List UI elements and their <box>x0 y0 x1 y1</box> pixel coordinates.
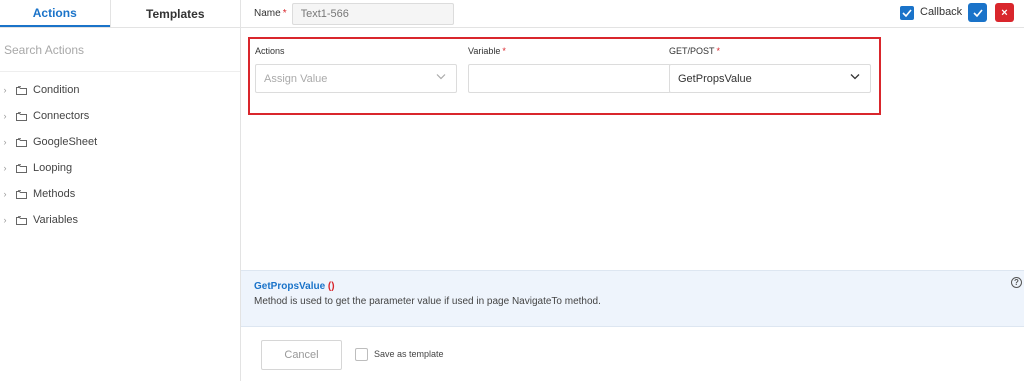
help-icon[interactable]: ? <box>1011 277 1022 288</box>
actions-label: Actions <box>255 46 285 56</box>
callback-label: Callback <box>920 6 963 18</box>
check-icon <box>972 8 983 17</box>
getpost-select[interactable]: GetPropsValue <box>669 64 871 93</box>
action-tree: › Condition › Connectors › GoogleSheet ›… <box>0 72 240 233</box>
method-parens: () <box>327 281 335 292</box>
chevron-right-icon[interactable]: › <box>0 163 10 173</box>
tree-item-methods[interactable]: › Methods <box>0 181 240 207</box>
method-info-panel: GetPropsValue () Method is used to get t… <box>241 270 1024 327</box>
tab-templates[interactable]: Templates <box>109 0 240 27</box>
variable-label-text: Variable <box>468 46 501 56</box>
tab-actions[interactable]: Actions <box>0 0 110 27</box>
tree-item-label: Methods <box>33 188 76 200</box>
tree-item-variables[interactable]: › Variables <box>0 207 240 233</box>
left-panel: Actions Templates › Condition › Connecto… <box>0 0 241 381</box>
getpost-label-text: GET/POST <box>669 46 715 56</box>
name-input[interactable] <box>291 2 454 25</box>
left-tabs: Actions Templates <box>0 0 240 28</box>
search-input[interactable] <box>4 42 224 57</box>
chevron-down-icon <box>436 74 446 80</box>
save-as-template-checkbox[interactable] <box>355 348 368 361</box>
chevron-right-icon[interactable]: › <box>0 111 10 121</box>
required-mark: * <box>502 46 506 56</box>
callback-checkbox[interactable] <box>900 6 914 20</box>
actions-select-placeholder: Assign Value <box>264 72 328 85</box>
getpost-label: GET/POST * <box>669 46 720 56</box>
method-description: Method is used to get the parameter valu… <box>254 296 601 307</box>
chevron-right-icon[interactable]: › <box>0 85 10 95</box>
close-icon: × <box>1001 6 1008 19</box>
variable-input[interactable] <box>468 64 671 93</box>
getpost-select-value: GetPropsValue <box>678 72 752 85</box>
folder-icon <box>16 111 27 121</box>
method-name: GetPropsValue <box>254 281 326 292</box>
editor-header: Name* Callback × <box>241 0 1024 28</box>
tree-item-condition[interactable]: › Condition <box>0 77 240 103</box>
tree-item-label: Connectors <box>33 110 90 122</box>
search-bar <box>0 28 240 72</box>
close-button[interactable]: × <box>995 3 1014 22</box>
method-title: GetPropsValue () <box>254 281 335 292</box>
save-as-template-label: Save as template <box>374 349 444 359</box>
tree-item-label: Looping <box>33 162 73 174</box>
folder-icon <box>16 189 27 199</box>
tree-item-label: GoogleSheet <box>33 136 98 148</box>
folder-icon <box>16 137 27 147</box>
action-config-box: Actions Assign Value Variable * GET/POST *… <box>248 37 881 115</box>
name-label-text: Name <box>254 8 281 19</box>
name-label: Name * <box>254 8 287 19</box>
chevron-right-icon[interactable]: › <box>0 215 10 225</box>
tree-item-connectors[interactable]: › Connectors <box>0 103 240 129</box>
check-icon <box>902 9 912 17</box>
chevron-right-icon[interactable]: › <box>0 189 10 199</box>
tree-item-googlesheet[interactable]: › GoogleSheet <box>0 129 240 155</box>
folder-icon <box>16 215 27 225</box>
actions-select[interactable]: Assign Value <box>255 64 457 93</box>
folder-icon <box>16 163 27 173</box>
variable-label: Variable * <box>468 46 506 56</box>
cancel-button[interactable]: Cancel <box>261 340 342 370</box>
required-mark: * <box>282 8 287 19</box>
chevron-right-icon[interactable]: › <box>0 137 10 147</box>
folder-icon <box>16 85 27 95</box>
tree-item-label: Condition <box>33 84 80 96</box>
chevron-down-icon <box>850 74 860 80</box>
tree-item-label: Variables <box>33 214 79 226</box>
confirm-button[interactable] <box>968 3 987 22</box>
required-mark: * <box>716 46 721 56</box>
tree-item-looping[interactable]: › Looping <box>0 155 240 181</box>
